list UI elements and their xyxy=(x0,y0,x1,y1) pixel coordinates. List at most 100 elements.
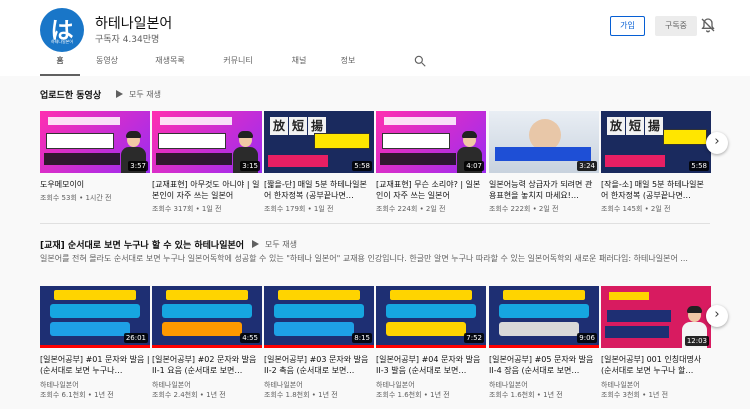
thumb-caption-top xyxy=(503,290,585,300)
avatar-logo-subtext: 하테나일본어 xyxy=(50,39,74,44)
video-channel[interactable]: 하테나일본어 xyxy=(40,380,79,390)
video-thumbnail[interactable]: 4:55 xyxy=(152,286,262,348)
video-title[interactable]: [일본어공부] #01 문자와 발음 | (순서대로 보면 누구나… xyxy=(40,354,150,376)
play-icon xyxy=(116,90,123,98)
channel-name: 하테나일본어 xyxy=(95,16,173,32)
playlist-play-all-button[interactable]: 모두 재생 xyxy=(252,239,297,250)
video-duration: 8:15 xyxy=(352,333,372,343)
video-thumbnail[interactable]: 3:57 xyxy=(40,111,150,173)
video-channel[interactable]: 하테나일본어 xyxy=(489,380,528,390)
subscribe-button[interactable]: 구독중 xyxy=(655,16,697,36)
uploads-play-all-button[interactable]: 모두 재생 xyxy=(116,89,161,100)
search-icon[interactable] xyxy=(413,54,427,68)
thumb-caption-main xyxy=(495,147,591,161)
video-duration: 5:58 xyxy=(689,161,709,171)
thumb-caption-main xyxy=(386,304,476,318)
tab-channels[interactable]: 채널 xyxy=(272,50,326,76)
video-duration: 4:07 xyxy=(464,161,484,171)
video-meta: 조회수 3천회 • 1년 전 xyxy=(601,391,669,399)
thumb-caption-top xyxy=(54,290,136,300)
video-duration: 9:06 xyxy=(577,333,597,343)
thumb-caption-top xyxy=(48,117,120,125)
thumb-caption-top xyxy=(160,117,232,125)
play-icon xyxy=(252,240,259,248)
video-thumbnail[interactable]: 8:15 xyxy=(264,286,374,348)
video-duration: 12:03 xyxy=(684,336,709,346)
thumb-caption-top xyxy=(278,290,360,300)
video-channel[interactable]: 하테나일본어 xyxy=(264,380,303,390)
thumb-caption-bottom xyxy=(499,322,579,336)
video-duration: 3:24 xyxy=(577,161,597,171)
video-title[interactable]: [일본어공부] #02 문자와 발음 II-1 요음 (순서대로 보면… xyxy=(152,354,262,376)
thumb-caption-main xyxy=(274,304,364,318)
video-title[interactable]: 도우메모이이 xyxy=(40,179,150,190)
video-title[interactable]: [일본어공부] 001 인칭대명사 (순서대로 보면 누구나 할… xyxy=(601,354,711,376)
video-title[interactable]: [짧을-단] 매일 5분 하테나일본어 한자정복 (공부끝나면… xyxy=(264,179,374,201)
playlist-description: 일본어를 전혀 몰라도 순서대로 보면 누구나 일본어독학에 성공할 수 있는 … xyxy=(40,254,688,263)
tab-about[interactable]: 정보 xyxy=(326,50,370,76)
thumb-caption-bottom xyxy=(605,326,669,338)
video-duration: 3:15 xyxy=(240,161,260,171)
thumb-caption-top xyxy=(390,290,472,300)
thumb-caption-main xyxy=(663,129,707,145)
thumb-caption-main xyxy=(607,310,671,322)
video-title[interactable]: [일본어공부] #03 문자와 발음 II-2 촉음 (순서대로 보면… xyxy=(264,354,374,376)
video-meta: 조회수 1.8천회 • 1년 전 xyxy=(264,391,338,399)
thumb-progress-bar xyxy=(40,345,150,348)
tab-home[interactable]: 홈 xyxy=(40,50,80,76)
video-duration: 5:58 xyxy=(352,161,372,171)
thumb-caption-bottom xyxy=(44,153,120,165)
video-duration: 3:57 xyxy=(128,161,148,171)
video-duration: 4:55 xyxy=(240,333,260,343)
video-thumbnail[interactable]: 4:07 xyxy=(376,111,486,173)
thumb-progress-bar xyxy=(376,345,486,348)
video-thumbnail[interactable]: 放短揚 5:58 xyxy=(601,111,711,173)
chevron-right-icon: › xyxy=(714,307,720,322)
video-title[interactable]: [교재표현] 아무것도 아니야 | 일본인이 자주 쓰는 일본어 xyxy=(152,179,262,201)
thumb-caption-main xyxy=(499,304,589,318)
video-meta: 조회수 1.6천회 • 1년 전 xyxy=(489,391,563,399)
tab-videos[interactable]: 동영상 xyxy=(80,50,134,76)
video-channel[interactable]: 하테나일본어 xyxy=(152,380,191,390)
thumb-caption-bottom xyxy=(268,155,328,167)
video-thumbnail[interactable]: 7:52 xyxy=(376,286,486,348)
thumb-kanji-tiles: 放短揚 xyxy=(607,115,667,143)
video-thumbnail[interactable]: 3:15 xyxy=(152,111,262,173)
uploads-next-arrow[interactable]: › xyxy=(706,132,728,154)
thumb-caption-main xyxy=(46,133,114,149)
video-thumbnail[interactable]: 9:06 xyxy=(489,286,599,348)
video-title[interactable]: [교재표현] 무슨 소리야? | 일본인이 자주 쓰는 일본어 xyxy=(376,179,486,201)
join-button[interactable]: 가입 xyxy=(610,16,645,36)
video-thumbnail[interactable]: 12:03 xyxy=(601,286,711,348)
thumb-caption-main xyxy=(382,133,450,149)
playlist-section-title[interactable]: [교재] 순서대로 보면 누구나 할 수 있는 하테나일본어 xyxy=(40,238,244,251)
video-title[interactable]: [작을-소] 매일 5분 하테나일본어 한자정복 (공부끝나면… xyxy=(601,179,711,201)
video-meta: 조회수 224회 • 2일 전 xyxy=(376,205,446,213)
video-thumbnail[interactable]: 放短揚 5:58 xyxy=(264,111,374,173)
thumb-caption-main xyxy=(162,304,252,318)
thumb-caption-main xyxy=(158,133,226,149)
playlist-next-arrow[interactable]: › xyxy=(706,305,728,327)
video-thumbnail[interactable]: 3:24 xyxy=(489,111,599,173)
thumb-caption-bottom xyxy=(605,155,665,167)
video-channel[interactable]: 하테나일본어 xyxy=(601,380,640,390)
video-title[interactable]: 일본어능력 상급자가 되려면 관용표현을 놓치지 마세요!… xyxy=(489,179,599,201)
video-duration: 26:01 xyxy=(123,333,148,343)
tab-playlists[interactable]: 재생목록 xyxy=(136,50,204,76)
video-thumbnail[interactable]: 26:01 xyxy=(40,286,150,348)
thumb-caption-top xyxy=(384,117,456,125)
thumb-caption-main xyxy=(50,304,140,318)
play-all-label: 모두 재생 xyxy=(129,90,161,99)
chevron-right-icon: › xyxy=(714,134,720,149)
tab-community[interactable]: 커뮤니티 xyxy=(204,50,272,76)
video-title[interactable]: [일본어공부] #04 문자와 발음 II-3 발음 (순서대로 보면… xyxy=(376,354,486,376)
video-channel[interactable]: 하테나일본어 xyxy=(376,380,415,390)
thumb-caption-bottom xyxy=(156,153,232,165)
thumb-caption-bottom xyxy=(274,322,354,336)
thumb-caption-top xyxy=(609,292,649,300)
uploads-section-title[interactable]: 업로드한 동영상 xyxy=(40,88,101,101)
channel-avatar[interactable]: は 하테나일본어 xyxy=(40,8,84,52)
video-title[interactable]: [일본어공부] #05 문자와 발음 II-4 장음 (순서대로 보면… xyxy=(489,354,599,376)
video-meta: 조회수 2.4천회 • 1년 전 xyxy=(152,391,226,399)
bell-off-icon[interactable] xyxy=(700,17,716,33)
